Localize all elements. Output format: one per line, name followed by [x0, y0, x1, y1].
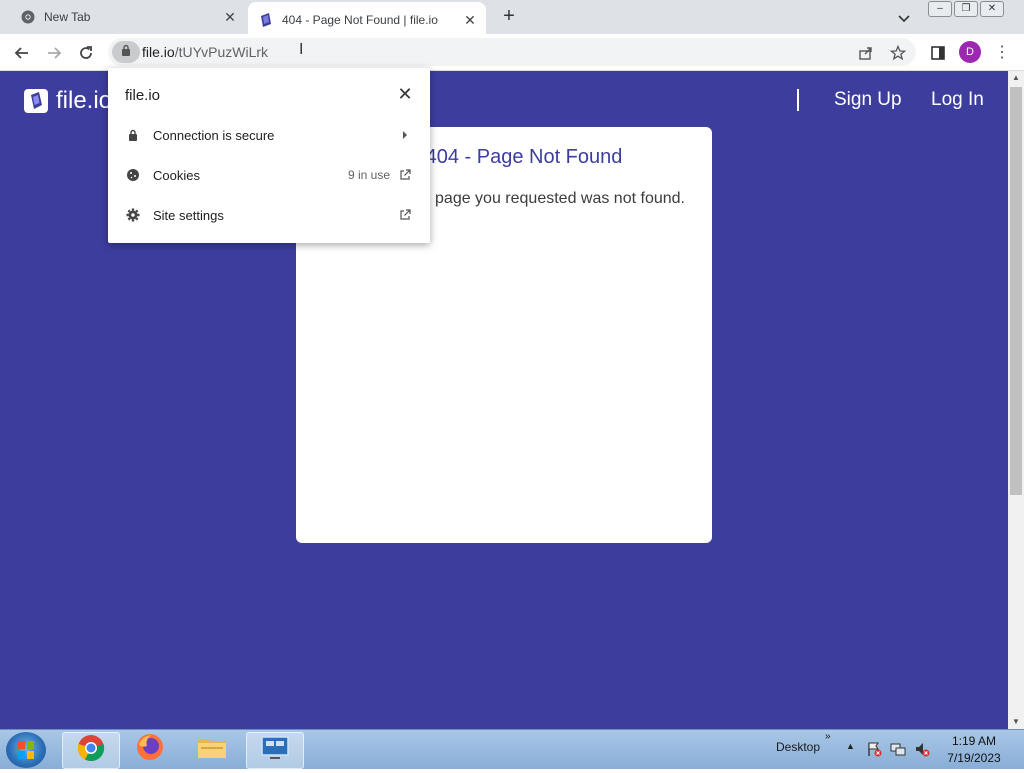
- taskbar-file-explorer[interactable]: [184, 732, 240, 767]
- taskbar-firefox[interactable]: [122, 732, 178, 767]
- tab-404-page[interactable]: 404 - Page Not Found | file.io ✕: [248, 2, 486, 38]
- popup-row-site-settings[interactable]: Site settings: [108, 195, 430, 235]
- tray-expand-icon[interactable]: ▲: [846, 741, 855, 751]
- close-icon[interactable]: ✕: [396, 85, 414, 103]
- popup-row-label: Cookies: [153, 167, 200, 183]
- url-path: /tUYvPuzWiLrk: [174, 44, 269, 60]
- remote-desktop-icon: [260, 735, 290, 766]
- scroll-down-arrow-icon[interactable]: ▼: [1008, 715, 1024, 729]
- chevron-right-icon: [398, 131, 412, 139]
- file-explorer-icon: [196, 733, 228, 766]
- clock-time[interactable]: 1:19 AM: [948, 734, 1000, 748]
- popup-row-cookies[interactable]: Cookies 9 in use: [108, 155, 430, 195]
- text-cursor-icon: I: [299, 41, 304, 58]
- start-button[interactable]: [6, 732, 46, 768]
- taskbar: Desktop » ▲ 1:19 AM 7/19/2023: [0, 729, 1024, 769]
- site-info-popup: file.io ✕ Connection is secure Cookies 9…: [108, 68, 430, 243]
- restore-button[interactable]: ❐: [954, 1, 978, 17]
- double-chevron-icon[interactable]: »: [825, 731, 831, 742]
- chrome-icon: [20, 9, 36, 25]
- volume-muted-icon[interactable]: [914, 741, 930, 757]
- reload-button[interactable]: [75, 42, 97, 64]
- popup-row-label: Site settings: [153, 207, 224, 223]
- cookie-icon: [124, 168, 142, 182]
- firefox-icon: [135, 732, 165, 767]
- close-tab-icon[interactable]: ✕: [460, 10, 480, 30]
- network-icon[interactable]: [890, 741, 906, 757]
- action-center-flag-icon[interactable]: [866, 741, 882, 757]
- fileio-logo-icon: [24, 89, 48, 113]
- taskbar-remote-desktop[interactable]: [246, 732, 304, 769]
- fileio-favicon: [258, 12, 274, 28]
- popup-host: file.io: [125, 87, 161, 104]
- popup-row-connection[interactable]: Connection is secure: [108, 115, 430, 155]
- cookies-count: 9 in use: [347, 168, 390, 182]
- log-in-link[interactable]: Log In: [931, 89, 984, 111]
- tab-title: New Tab: [44, 10, 91, 24]
- minimize-button[interactable]: –: [928, 1, 952, 17]
- lock-icon: [121, 43, 131, 61]
- logo-text: file.io: [56, 87, 113, 114]
- popup-row-label: Connection is secure: [153, 127, 275, 143]
- site-logo[interactable]: file.io: [24, 87, 112, 115]
- close-tab-icon[interactable]: ✕: [220, 7, 240, 27]
- new-tab-button[interactable]: +: [498, 6, 520, 28]
- tab-search-chevron-icon[interactable]: [894, 8, 914, 28]
- close-window-button[interactable]: ✕: [980, 1, 1004, 17]
- lock-icon: [124, 129, 142, 141]
- share-icon[interactable]: [855, 42, 877, 64]
- open-in-new-icon: [398, 169, 412, 181]
- gear-icon: [124, 208, 142, 222]
- open-in-new-icon: [398, 209, 412, 221]
- sign-up-link[interactable]: Sign Up: [834, 89, 902, 111]
- side-panel-icon[interactable]: [927, 42, 949, 64]
- tab-title: 404 - Page Not Found | file.io: [282, 13, 438, 27]
- window-controls: – ❐ ✕: [928, 1, 1004, 17]
- url-host: file.io: [142, 44, 175, 60]
- profile-avatar[interactable]: D: [959, 41, 981, 63]
- url-text[interactable]: file.io/tUYvPuzWiLrk: [142, 44, 268, 60]
- scroll-up-arrow-icon[interactable]: ▲: [1008, 71, 1024, 85]
- clock-date[interactable]: 7/19/2023: [946, 751, 1002, 765]
- browser-menu-icon[interactable]: ⋮: [993, 42, 1011, 64]
- desktop-toolbar-label[interactable]: Desktop: [776, 740, 820, 754]
- bookmark-star-icon[interactable]: [887, 42, 909, 64]
- taskbar-chrome[interactable]: [62, 732, 120, 769]
- forward-button[interactable]: [43, 42, 65, 64]
- chrome-icon: [77, 734, 105, 767]
- scroll-thumb[interactable]: [1010, 87, 1022, 495]
- site-info-button[interactable]: [112, 41, 140, 63]
- tab-new-tab[interactable]: New Tab ✕: [10, 0, 246, 34]
- page-scrollbar[interactable]: ▲ ▼: [1008, 71, 1024, 729]
- back-button[interactable]: [11, 42, 33, 64]
- nav-divider: [797, 89, 799, 111]
